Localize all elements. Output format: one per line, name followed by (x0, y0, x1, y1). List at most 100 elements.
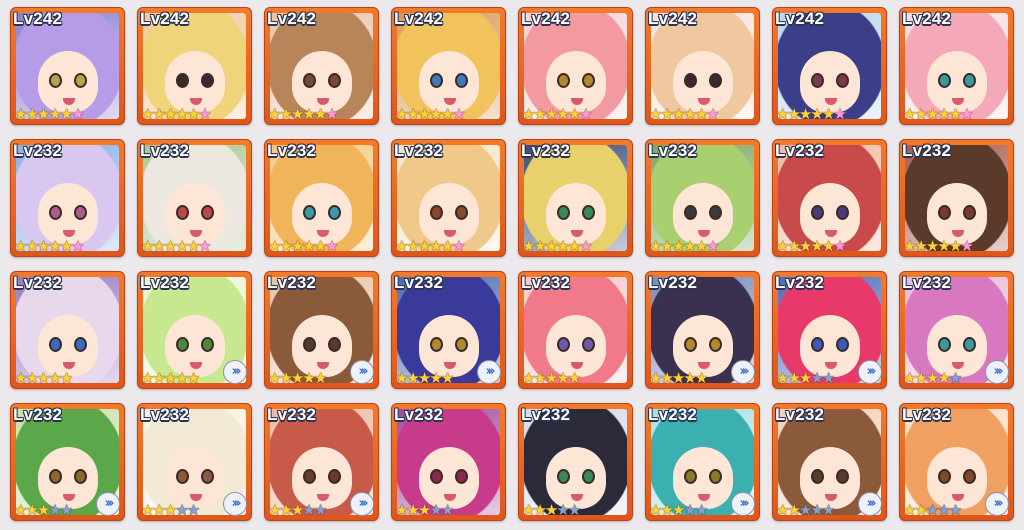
character-card[interactable]: Lv242 ★ ★ ★ ★ ★ ★ (899, 7, 1014, 125)
character-card[interactable]: Lv242 ★ ★ ★ ★ ★ ★ (391, 7, 506, 125)
level-label: Lv232 (140, 141, 190, 160)
level-label: Lv232 (13, 141, 63, 160)
character-card[interactable]: Lv232 ★ ★ ★ ★ ★ ››› (391, 271, 506, 389)
eye-shape (938, 205, 951, 220)
character-card[interactable]: Lv232 ★ ★ ★ ★ ★ ★ (772, 139, 887, 257)
level-label: Lv232 (267, 273, 317, 292)
rank-up-arrow-icon: ››› (731, 360, 755, 384)
character-card[interactable]: Lv232 ★ ★ ★ ★ ★ ››› (264, 403, 379, 521)
eye-shape (455, 205, 468, 220)
gold-star-icon: ★ (440, 369, 455, 387)
character-card[interactable]: Lv232 ★ ★ ★ ★ ★ (518, 403, 633, 521)
eye-shape (557, 205, 570, 220)
character-card[interactable]: Lv232 ★ ★ ★ ★ ★ ★ (645, 139, 760, 257)
character-card[interactable]: Lv242 ★ ★ ★ ★ ★ ★ (10, 7, 125, 125)
empty-star-icon: ★ (440, 501, 455, 519)
star-rating: ★ ★ ★ ★ ★ ★ (268, 238, 339, 254)
rank-up-arrow-icon: ››› (731, 492, 755, 516)
character-card[interactable]: Lv232 ★ ★ ★ ★ ★ (391, 403, 506, 521)
character-card[interactable]: Lv232 ★ ★ ★ ★ ★ ››› (137, 403, 252, 521)
eye-shape (303, 337, 316, 352)
level-label: Lv232 (394, 405, 444, 424)
eye-shape (963, 469, 976, 484)
character-card[interactable]: Lv242 ★ ★ ★ ★ ★ ★ (772, 7, 887, 125)
eye-shape (49, 469, 62, 484)
rank-up-arrow-icon: ››› (223, 492, 247, 516)
star-rating: ★ ★ ★ ★ ★ ★ (522, 238, 593, 254)
character-card[interactable]: Lv232 ★ ★ ★ ★ ★ ››› (772, 271, 887, 389)
level-label: Lv232 (267, 405, 317, 424)
eye-shape (684, 73, 697, 88)
level-label: Lv242 (521, 9, 571, 28)
character-card[interactable]: Lv232 ★ ★ ★ ★ ★ ★ (137, 139, 252, 257)
character-card[interactable]: Lv232 ★ ★ ★ ★ ★ ››› (899, 403, 1014, 521)
character-card[interactable]: Lv232 ★ ★ ★ ★ ★ ★ (899, 139, 1014, 257)
eye-shape (582, 205, 595, 220)
star-rating: ★ ★ ★ ★ ★ ★ (14, 105, 85, 123)
eye-shape (328, 469, 341, 484)
character-card[interactable]: Lv232 ★ ★ ★ ★ ★ ››› (10, 403, 125, 521)
level-label: Lv232 (521, 141, 571, 160)
character-card[interactable]: Lv232 ★ ★ ★ ★ ★ ››› (645, 271, 760, 389)
rank-up-arrow-icon: ››› (223, 360, 247, 384)
empty-star-icon: ★ (948, 369, 963, 387)
character-card[interactable]: Lv232 ★ ★ ★ ★ ★ ››› (899, 271, 1014, 389)
gold-star-icon: ★ (186, 369, 201, 387)
star-rating: ★ ★ ★ ★ ★ (395, 369, 455, 387)
empty-star-icon: ★ (186, 501, 201, 519)
character-card[interactable]: Lv242 ★ ★ ★ ★ ★ ★ (645, 7, 760, 125)
eye-shape (74, 205, 87, 220)
pink-star-icon: ★ (325, 105, 339, 123)
level-label: Lv232 (394, 141, 444, 160)
character-card[interactable]: Lv242 ★ ★ ★ ★ ★ ★ (137, 7, 252, 125)
rank-up-arrow-icon: ››› (858, 360, 882, 384)
eye-shape (963, 73, 976, 88)
star-rating: ★ ★ ★ ★ ★ (522, 369, 582, 387)
star-rating: ★ ★ ★ ★ ★ ★ (903, 237, 974, 255)
gold-star-icon: ★ (567, 369, 582, 387)
eye-shape (709, 469, 722, 484)
eye-shape (811, 205, 824, 220)
character-card[interactable]: Lv232 ★ ★ ★ ★ ★ ››› (645, 403, 760, 521)
star-rating: ★ ★ ★ ★ ★ (14, 370, 73, 386)
star-rating: ★ ★ ★ ★ ★ (141, 369, 201, 387)
rank-up-arrow-icon: ››› (477, 360, 501, 384)
eye-shape (455, 73, 468, 88)
eye-shape (938, 337, 951, 352)
character-card[interactable]: Lv232 ★ ★ ★ ★ ★ ››› (137, 271, 252, 389)
empty-star-icon: ★ (313, 501, 328, 519)
eye-shape (201, 337, 214, 352)
level-label: Lv232 (140, 273, 190, 292)
pink-star-icon: ★ (960, 105, 974, 123)
character-card[interactable]: Lv232 ★ ★ ★ ★ ★ ★ (264, 139, 379, 257)
rank-up-arrow-icon: ››› (96, 492, 120, 516)
level-label: Lv232 (13, 405, 63, 424)
character-card[interactable]: Lv232 ★ ★ ★ ★ ★ ★ (391, 139, 506, 257)
level-label: Lv232 (648, 405, 698, 424)
character-card[interactable]: Lv242 ★ ★ ★ ★ ★ ★ (518, 7, 633, 125)
star-rating: ★ ★ ★ ★ ★ ★ (395, 106, 466, 122)
eye-shape (557, 73, 570, 88)
character-card[interactable]: Lv232 ★ ★ ★ ★ ★ (10, 271, 125, 389)
level-label: Lv242 (775, 9, 825, 28)
character-card[interactable]: Lv232 ★ ★ ★ ★ ★ (518, 271, 633, 389)
star-rating: ★ ★ ★ ★ ★ (903, 369, 963, 387)
level-label: Lv232 (648, 141, 698, 160)
character-card[interactable]: Lv232 ★ ★ ★ ★ ★ ★ (10, 139, 125, 257)
eye-shape (328, 205, 341, 220)
character-card[interactable]: Lv232 ★ ★ ★ ★ ★ ››› (264, 271, 379, 389)
level-label: Lv242 (648, 9, 698, 28)
pink-star-icon: ★ (960, 237, 974, 255)
eye-shape (582, 337, 595, 352)
star-rating: ★ ★ ★ ★ ★ ★ (903, 105, 974, 123)
pink-star-icon: ★ (71, 105, 85, 123)
character-card[interactable]: Lv242 ★ ★ ★ ★ ★ ★ (264, 7, 379, 125)
level-label: Lv232 (775, 141, 825, 160)
star-rating: ★ ★ ★ ★ ★ ★ (395, 238, 466, 254)
rank-up-arrow-icon: ››› (350, 492, 374, 516)
character-card[interactable]: Lv232 ★ ★ ★ ★ ★ ››› (772, 403, 887, 521)
level-label: Lv232 (648, 273, 698, 292)
pink-star-icon: ★ (198, 105, 212, 123)
empty-star-icon: ★ (567, 501, 582, 519)
character-card[interactable]: Lv232 ★ ★ ★ ★ ★ ★ (518, 139, 633, 257)
